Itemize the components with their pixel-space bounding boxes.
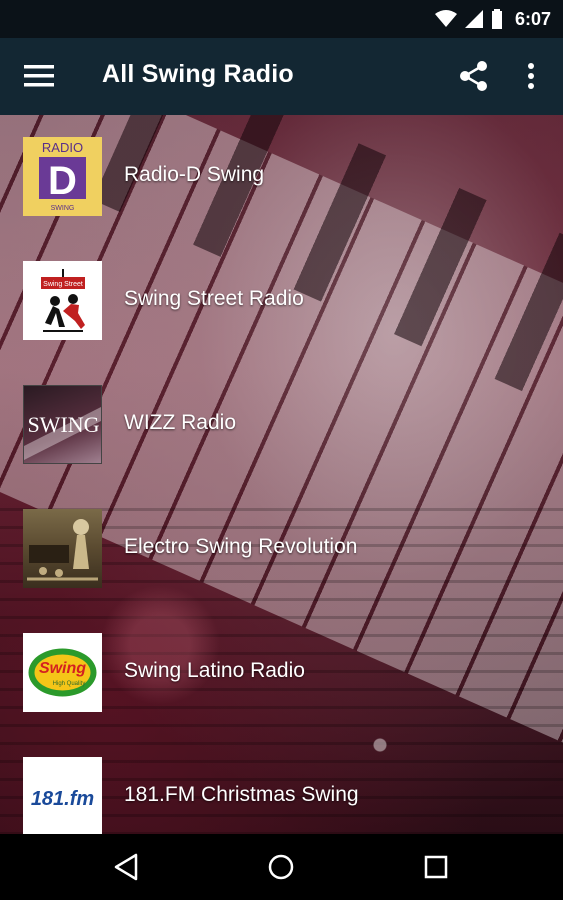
back-icon[interactable] — [112, 852, 142, 882]
navigation-bar — [0, 834, 563, 900]
wifi-icon — [434, 10, 457, 27]
station-logo: 181.fm — [23, 757, 102, 834]
swing-latino-logo: Swing High Quality — [28, 648, 97, 697]
radio-d-logo: RADIO D SWING — [39, 140, 86, 212]
station-logo — [23, 509, 102, 588]
list-item[interactable]: RADIO D SWING Radio-D Swing — [0, 115, 563, 239]
swing-street-logo: Swing Street — [41, 269, 85, 332]
station-name: Swing Latino Radio — [124, 659, 305, 682]
home-icon[interactable] — [266, 852, 296, 882]
share-icon[interactable] — [458, 60, 490, 92]
station-name: WIZZ Radio — [124, 411, 237, 434]
station-logo: Swing Street — [23, 261, 102, 340]
signal-icon — [464, 10, 483, 28]
station-logo: RADIO D SWING — [23, 137, 102, 216]
station-name: Electro Swing Revolution — [124, 535, 358, 558]
station-name: 181.FM Christmas Swing — [124, 783, 359, 806]
clock: 6:07 — [514, 8, 551, 29]
station-list-area[interactable]: RADIO D SWING Radio-D Swing Swing Street — [0, 115, 563, 834]
181fm-logo: 181.fm — [31, 788, 94, 810]
svg-text:High Quality: High Quality — [53, 681, 86, 687]
list-item[interactable]: Swing Street Swing Street Radio — [0, 239, 563, 363]
electro-swing-logo — [27, 519, 98, 581]
list-item[interactable]: Swing High Quality Swing Latino Radio — [0, 611, 563, 735]
app-bar: All Swing Radio — [0, 38, 563, 115]
station-logo: SWING — [23, 385, 102, 464]
svg-text:RADIO: RADIO — [42, 140, 83, 155]
wizz-logo: SWING — [24, 407, 101, 460]
list-item[interactable]: 181.fm 181.FM Christmas Swing — [0, 735, 563, 834]
status-bar: 6:07 — [0, 0, 563, 38]
recents-icon[interactable] — [421, 852, 451, 882]
station-name: Radio-D Swing — [124, 163, 265, 186]
battery-icon — [491, 9, 502, 29]
hamburger-menu-icon[interactable] — [24, 65, 54, 87]
station-list: RADIO D SWING Radio-D Swing Swing Street — [0, 115, 563, 834]
list-item[interactable]: Electro Swing Revolution — [0, 487, 563, 611]
svg-text:Swing: Swing — [39, 660, 86, 677]
station-name: Swing Street Radio — [124, 287, 304, 310]
svg-text:D: D — [48, 159, 77, 203]
svg-text:SWING: SWING — [27, 412, 99, 437]
svg-text:Swing Street: Swing Street — [43, 281, 83, 288]
more-options-icon[interactable] — [521, 60, 541, 92]
svg-text:SWING: SWING — [51, 205, 75, 212]
svg-text:181.fm: 181.fm — [31, 788, 94, 810]
station-logo: Swing High Quality — [23, 633, 102, 712]
list-item[interactable]: SWING WIZZ Radio — [0, 363, 563, 487]
page-title: All Swing Radio — [102, 60, 294, 88]
